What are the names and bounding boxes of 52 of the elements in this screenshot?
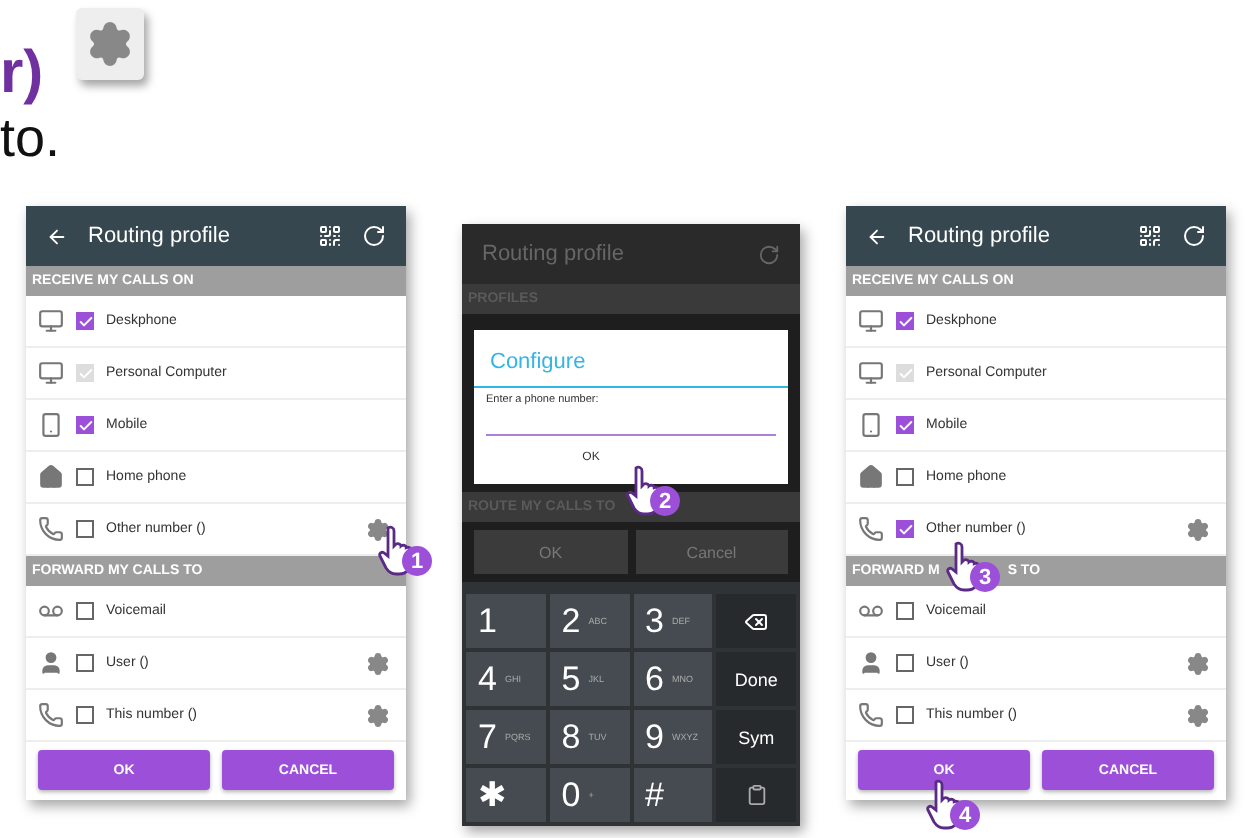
user-icon	[858, 650, 884, 676]
checkbox[interactable]	[76, 312, 94, 330]
dialog-title: Configure	[474, 330, 788, 388]
checkbox[interactable]	[896, 602, 914, 620]
settings-icon[interactable]	[366, 517, 390, 541]
checkbox[interactable]	[896, 706, 914, 724]
phone-icon	[858, 516, 884, 542]
screen-title: Routing profile	[482, 242, 626, 266]
backspace-key[interactable]	[716, 594, 796, 648]
clipboard-key[interactable]	[716, 768, 796, 822]
phone-icon	[858, 702, 884, 728]
keypad-key[interactable]: Done	[716, 652, 796, 706]
clipboard-icon	[745, 784, 768, 806]
keypad-key[interactable]: #	[633, 768, 713, 822]
smartphone-icon	[858, 412, 884, 438]
phone-icon	[38, 516, 64, 542]
checkbox[interactable]	[896, 520, 914, 538]
house-icon	[38, 464, 64, 490]
step-badge: 1	[402, 546, 432, 576]
refresh-icon[interactable]	[1182, 224, 1206, 248]
screen-title: Routing profile	[88, 224, 232, 248]
step-badge: 4	[950, 800, 980, 830]
refresh-icon[interactable]	[362, 224, 386, 248]
back-arrow-icon[interactable]	[46, 225, 68, 247]
checkbox[interactable]	[896, 416, 914, 434]
checkbox[interactable]	[896, 654, 914, 672]
keypad-key[interactable]: Sym	[716, 710, 796, 764]
back-arrow-icon[interactable]	[866, 225, 888, 247]
backspace-icon	[744, 609, 769, 633]
checkbox[interactable]	[76, 416, 94, 434]
checkbox[interactable]	[76, 468, 94, 486]
checkbox[interactable]	[76, 602, 94, 620]
monitor-icon	[858, 360, 884, 386]
checkbox[interactable]	[896, 468, 914, 486]
keypad-key[interactable]: ✱	[466, 768, 546, 822]
checkbox[interactable]	[76, 654, 94, 672]
monitor-icon	[38, 360, 64, 386]
smartphone-icon	[38, 412, 64, 438]
checkbox[interactable]	[896, 312, 914, 330]
screen-title: Routing profile	[908, 224, 1052, 248]
body-text: to.	[0, 108, 61, 168]
checkbox[interactable]	[76, 520, 94, 538]
user-icon	[38, 650, 64, 676]
keypad-key[interactable]: 1	[466, 594, 546, 648]
phone-icon	[38, 702, 64, 728]
qr-code-icon[interactable]	[1138, 224, 1162, 248]
checkbox[interactable]	[76, 706, 94, 724]
refresh-icon	[758, 243, 780, 265]
qr-code-icon[interactable]	[318, 224, 342, 248]
house-icon	[858, 464, 884, 490]
settings-icon	[85, 20, 134, 68]
heading-text: r)	[0, 40, 44, 108]
